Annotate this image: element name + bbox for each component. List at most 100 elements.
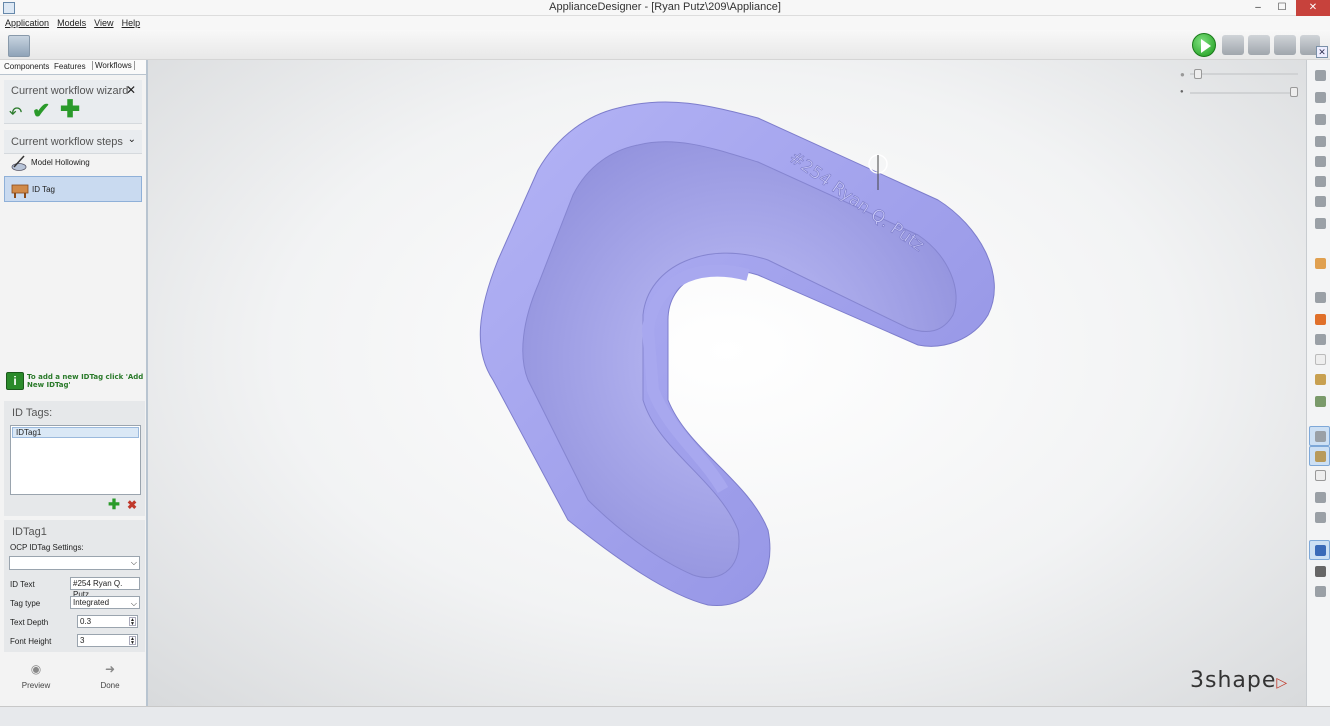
view-sliders: ● ● <box>1180 68 1304 98</box>
slider-track[interactable] <box>1190 92 1298 94</box>
dot-icon: ● <box>1180 89 1184 95</box>
camera-icon[interactable] <box>1274 35 1296 55</box>
add-tag-button[interactable]: ✚ <box>108 497 120 511</box>
id-tag-icon <box>11 184 29 198</box>
step-model-hollowing[interactable]: Model Hollowing <box>4 150 142 176</box>
hint-message: i To add a new IDTag click 'Add New IDTa… <box>6 372 146 394</box>
view-front-icon[interactable] <box>1312 68 1327 83</box>
steps-title: Current workflow steps <box>11 136 123 148</box>
scanner-icon[interactable] <box>8 35 30 57</box>
menu-help[interactable]: Help <box>122 16 141 30</box>
logo-triangle-icon: ▷ <box>1276 675 1289 691</box>
window-title: ApplianceDesigner - [Ryan Putz\209\Appli… <box>549 1 781 13</box>
spin-arrows-icon[interactable]: ▲ ▼ <box>129 617 136 627</box>
id-text-label: ID Text <box>10 580 35 589</box>
info-icon: i <box>6 372 24 390</box>
tab-features[interactable]: Features <box>54 62 86 71</box>
ocp-select[interactable]: ⌵ <box>9 556 140 570</box>
close-button[interactable]: ✕ <box>1296 0 1330 16</box>
shield-icon[interactable] <box>1312 510 1327 525</box>
menu-application[interactable]: Application <box>5 16 49 30</box>
title-bar: ApplianceDesigner - [Ryan Putz\209\Appli… <box>0 0 1330 16</box>
text-depth-value: 0.3 <box>80 617 92 626</box>
spin-arrows-icon[interactable]: ▲ ▼ <box>129 636 136 646</box>
logo: 3shape▷ <box>1190 668 1288 693</box>
zoom-tool-icon[interactable] <box>1312 584 1327 599</box>
tag-type-select[interactable]: Integrated ⌵ <box>70 596 140 609</box>
model-icon[interactable] <box>1312 394 1327 409</box>
minimize-button[interactable]: ‒ <box>1246 0 1270 16</box>
id-tags-title: ID Tags: <box>12 407 53 419</box>
gear-icon[interactable] <box>1248 35 1270 55</box>
text-depth-stepper[interactable]: 0.3 ▲ ▼ <box>77 615 138 628</box>
idtag-settings: IDTag1 OCP IDTag Settings: ⌵ ID Text #25… <box>4 520 145 652</box>
transparency-icon[interactable] <box>1312 490 1327 505</box>
step-label: Model Hollowing <box>31 158 90 167</box>
tooth-icon[interactable] <box>1312 290 1327 305</box>
layer-icon[interactable] <box>1309 426 1330 446</box>
taskbar <box>0 706 1330 726</box>
ocp-label: OCP IDTag Settings: <box>10 543 84 552</box>
appliance-model[interactable]: #254 Ryan Q. Putz <box>148 60 1306 706</box>
menu-view[interactable]: View <box>94 16 113 30</box>
id-tags-section: ID Tags: IDTag1 ✚ ✖ <box>4 401 145 516</box>
list-item[interactable]: IDTag1 <box>12 427 139 438</box>
slider-track[interactable] <box>1190 73 1298 75</box>
delete-tag-button[interactable]: ✖ <box>126 499 138 511</box>
hide-icon[interactable] <box>1312 352 1327 367</box>
view-bottom-icon[interactable] <box>1312 134 1327 149</box>
view-right-icon[interactable] <box>1312 174 1327 189</box>
3d-viewport[interactable]: #254 Ryan Q. Putz ● ● 3shape▷ <box>148 60 1306 706</box>
right-toolbar <box>1306 60 1330 706</box>
id-tags-list[interactable]: IDTag1 <box>10 425 141 495</box>
maximize-button[interactable]: ☐ <box>1270 0 1294 16</box>
tab-workflows[interactable]: Workflows <box>92 61 135 70</box>
checkmark-icon[interactable]: ✔ <box>32 98 50 124</box>
hollowing-icon <box>11 155 27 171</box>
text-depth-label: Text Depth <box>10 618 49 627</box>
plus-icon[interactable]: ✚ <box>60 95 80 124</box>
idtag-title: IDTag1 <box>12 526 47 538</box>
slider-thumb[interactable] <box>1194 69 1202 79</box>
ruler-icon[interactable] <box>1312 256 1327 271</box>
close-icon[interactable]: ✕ <box>126 83 136 97</box>
rotate-icon[interactable] <box>1312 216 1327 231</box>
play-icon[interactable] <box>1192 33 1216 57</box>
chevron-down-icon: ⌵ <box>130 599 137 608</box>
tab-components[interactable]: Components <box>4 62 49 71</box>
view-top-icon[interactable] <box>1312 112 1327 127</box>
font-height-value: 3 <box>80 636 85 645</box>
copy-icon[interactable] <box>1312 468 1327 483</box>
move-icon[interactable] <box>1312 564 1327 579</box>
view-back-icon[interactable] <box>1312 90 1327 105</box>
preview-button[interactable]: ◉ Preview <box>6 662 66 690</box>
font-height-stepper[interactable]: 3 ▲ ▼ <box>77 634 138 647</box>
zoom-icon[interactable] <box>1312 194 1327 209</box>
arrow-right-icon: ➜ <box>104 662 116 676</box>
tag-type-label: Tag type <box>10 599 41 608</box>
font-height-label: Font Height <box>10 637 52 646</box>
bottom-buttons: ◉ Preview ➜ Done <box>0 656 146 706</box>
hourglass-icon[interactable] <box>1312 372 1327 387</box>
tooth-view-icon[interactable] <box>1309 446 1330 466</box>
menu-models[interactable]: Models <box>57 16 86 30</box>
step-id-tag[interactable]: ID Tag <box>4 176 142 202</box>
chevron-down-icon: ⌵ <box>130 558 137 567</box>
back-arrow-icon[interactable]: ↶ <box>9 103 22 123</box>
rotate-tool-icon[interactable] <box>1309 540 1330 560</box>
logo-text: 3shape <box>1190 668 1277 693</box>
eye-icon[interactable] <box>1312 332 1327 347</box>
id-text-input[interactable]: #254 Ryan Q. Putz <box>70 577 140 599</box>
eye-icon: ◉ <box>30 662 42 676</box>
toolbar-close-button[interactable]: ✕ <box>1316 46 1328 58</box>
done-button[interactable]: ➜ Done <box>80 662 140 690</box>
slider-thumb[interactable] <box>1290 87 1298 97</box>
toolbar: ✕ <box>0 30 1330 60</box>
cube-icon[interactable] <box>1222 35 1244 55</box>
tag-type-value: Integrated <box>73 598 110 607</box>
done-label: Done <box>100 681 120 690</box>
color-icon[interactable] <box>1312 312 1327 327</box>
panel-tabs: Components Features Workflows <box>0 60 146 75</box>
chevron-down-icon[interactable]: ⌄ <box>128 134 136 145</box>
view-left-icon[interactable] <box>1312 154 1327 169</box>
